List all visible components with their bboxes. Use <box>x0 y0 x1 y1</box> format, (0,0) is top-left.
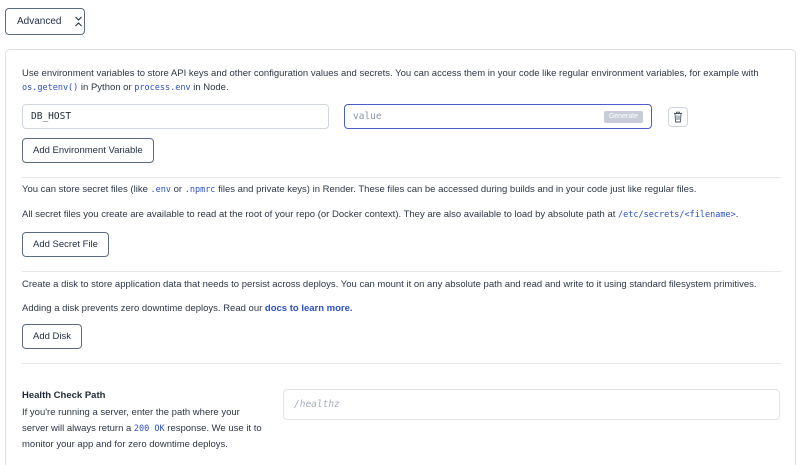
code-env: .env <box>150 185 171 195</box>
divider <box>22 271 781 272</box>
chevrons-collapse-icon <box>75 16 83 27</box>
disk-description-2: Adding a disk prevents zero downtime dep… <box>22 303 353 314</box>
health-check-title: Health Check Path <box>22 390 106 401</box>
disk-description-1: Create a disk to store application data … <box>22 279 757 290</box>
env-key-value: DB_HOST <box>31 111 72 122</box>
add-disk-button[interactable]: Add Disk <box>22 324 83 349</box>
secret-description-1: You can store secret files (like .env or… <box>22 184 697 195</box>
add-env-var-button[interactable]: Add Environment Variable <box>22 138 154 163</box>
code-getenv: os.getenv() <box>22 83 79 93</box>
docs-link[interactable]: docs to learn more. <box>265 303 353 314</box>
code-200-ok: 200 OK <box>133 423 165 434</box>
secret-description-2: All secret files you create are availabl… <box>22 209 739 220</box>
env-key-input[interactable]: DB_HOST <box>22 104 329 129</box>
trash-icon <box>674 111 682 123</box>
generate-button[interactable]: Generate <box>603 111 643 123</box>
code-process-env: process.env <box>134 83 191 93</box>
health-check-description: If you're running a server, enter the pa… <box>22 407 262 450</box>
advanced-panel: Use environment variables to store API k… <box>5 49 796 465</box>
divider <box>22 177 781 178</box>
code-npmrc: .npmrc <box>184 185 216 195</box>
env-value-placeholder: value <box>353 111 382 122</box>
add-secret-file-button[interactable]: Add Secret File <box>22 232 109 257</box>
divider <box>22 363 781 364</box>
health-check-placeholder: /healthz <box>294 399 340 410</box>
advanced-toggle-button[interactable]: Advanced <box>5 8 85 35</box>
delete-env-button[interactable] <box>668 107 688 127</box>
code-secrets-path: /etc/secrets/<filename> <box>618 210 736 220</box>
env-description: Use environment variables to store API k… <box>22 68 759 93</box>
health-check-path-input[interactable]: /healthz <box>283 389 780 420</box>
advanced-label: Advanced <box>17 16 62 27</box>
env-value-input[interactable]: value Generate <box>344 104 652 129</box>
